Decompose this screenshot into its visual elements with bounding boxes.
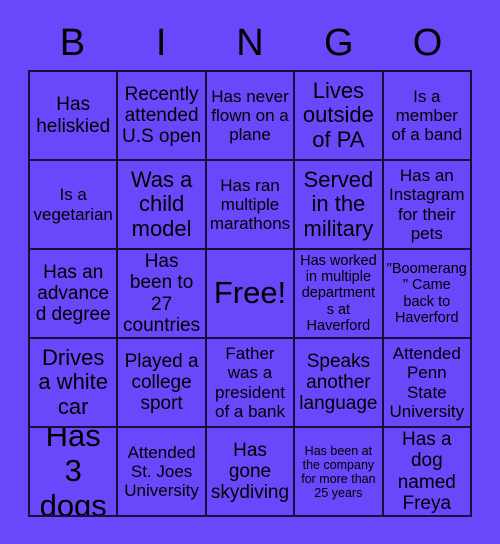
bingo-cell-label: Lives outside of PA [302,77,374,152]
bingo-cell-r1c2[interactable]: Recently attended U.S open [118,72,207,161]
bingo-cell-r5c4[interactable]: Has been at the company for more than 25… [295,428,384,517]
bingo-cell-r3c4[interactable]: Has worked in multiple departments at Ha… [295,250,384,339]
bingo-cell-label: Has heliskied [36,94,111,137]
bingo-cell-r5c1[interactable]: Has 3 dogs [30,428,119,517]
bingo-cell-label: Has been at the company for more than 25… [301,443,376,500]
bingo-cell-label: Attended Penn State University [389,344,465,421]
bingo-cell-label: Has a dog named Freya [397,428,456,514]
bingo-cell-label: Has 3 dogs [39,428,107,517]
header-letter-o: O [412,22,443,64]
bingo-cell-r1c4[interactable]: Lives outside of PA [295,72,384,161]
bingo-cell-label: Has been to 27 countries [123,250,201,336]
bingo-cell-free-space[interactable]: Free! [206,250,296,339]
bingo-cell-r2c4[interactable]: Served in the military [295,161,384,250]
bingo-cell-label: Drives a white car [38,344,109,419]
bingo-cell-label: Has gone skydiving [210,439,290,504]
bingo-cell-label: Speaks another language [299,350,378,415]
header-letter-b: B [59,22,86,64]
bingo-cell-r2c3[interactable]: Has ran multiple marathons [206,161,296,250]
bingo-cell-r5c2[interactable]: Attended St. Joes University [118,428,207,517]
bingo-grid: Has heliskied Recently attended U.S open… [28,70,472,517]
bingo-cell-label: Is a vegetarian [33,185,113,224]
bingo-cell-label: Has worked in multiple departments at Ha… [300,252,377,334]
bingo-cell-r3c2[interactable]: Has been to 27 countries [118,250,207,339]
bingo-cell-label: Is a member of a band [391,86,463,145]
bingo-cell-r4c5[interactable]: Attended Penn State University [383,339,472,428]
bingo-cell-r1c1[interactable]: Has heliskied [30,72,119,161]
bingo-header: B I N G O [28,18,472,68]
bingo-cell-label: Served in the military [303,166,374,241]
bingo-cell-r3c1[interactable]: Has an advanced degree [30,250,119,339]
bingo-card: B I N G O Has heliskied Recently attende… [0,0,500,544]
header-letter-i: I [155,22,167,64]
bingo-cell-label: Has never flown on a plane [211,86,289,145]
bingo-cell-r4c1[interactable]: Drives a white car [30,339,119,428]
bingo-cell-label: Recently attended U.S open [121,83,202,148]
bingo-cell-r5c5[interactable]: Has a dog named Freya [383,428,472,517]
bingo-cell-r3c5[interactable]: "Boomerang" Came back to Haverford [383,250,472,339]
header-letter-n: N [236,22,264,64]
bingo-cell-label: Free! [213,275,287,311]
bingo-cell-r1c5[interactable]: Is a member of a band [383,72,472,161]
bingo-cell-label: Has ran multiple marathons [209,175,291,234]
header-letter-g: G [324,22,354,64]
bingo-cell-label: Played a college sport [124,350,199,415]
bingo-cell-r4c4[interactable]: Speaks another language [295,339,384,428]
bingo-cell-label: Has an Instagram for their pets [389,166,465,243]
bingo-cell-r2c1[interactable]: Is a vegetarian [30,161,119,250]
bingo-cell-label: "Boomerang" Came back to Haverford [386,261,467,326]
bingo-cell-r4c2[interactable]: Played a college sport [118,339,207,428]
bingo-cell-r4c3[interactable]: Father was a president of a bank [206,339,296,428]
bingo-cell-r2c2[interactable]: Was a child model [118,161,207,250]
bingo-cell-label: Father was a president of a bank [215,344,285,421]
bingo-cell-r5c3[interactable]: Has gone skydiving [206,428,296,517]
bingo-cell-r1c3[interactable]: Has never flown on a plane [206,72,296,161]
bingo-cell-label: Has an advanced degree [35,261,111,326]
bingo-cell-r2c5[interactable]: Has an Instagram for their pets [383,161,472,250]
bingo-cell-label: Attended St. Joes University [124,442,199,501]
bingo-cell-label: Was a child model [130,166,193,241]
